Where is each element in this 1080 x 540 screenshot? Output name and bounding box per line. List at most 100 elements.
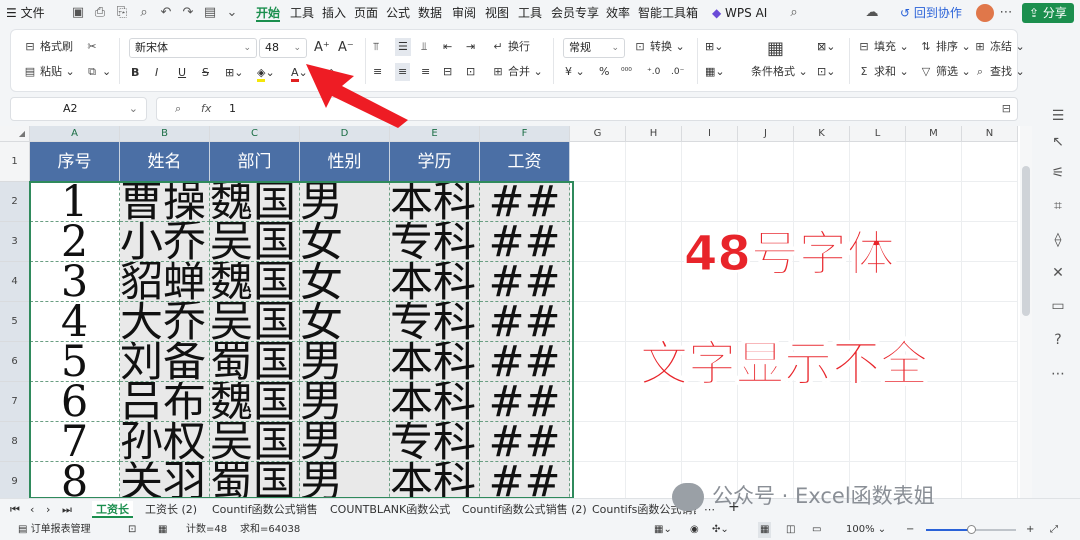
menu-file-button[interactable]: ☰ 文件	[6, 5, 45, 22]
empty-cell[interactable]	[850, 422, 906, 462]
column-header[interactable]: C	[210, 126, 300, 142]
conditional-format-button[interactable]: 条件格式 ⌄	[751, 63, 808, 81]
row-header[interactable]: 6	[0, 342, 30, 382]
tab-view[interactable]: 视图	[485, 5, 509, 22]
indent-increase-button[interactable]: ⇥	[466, 38, 475, 56]
strikethrough-button[interactable]: S	[202, 64, 209, 82]
table-cell[interactable]: 7	[30, 422, 120, 462]
print-preview-icon[interactable]: ⌕	[136, 5, 152, 21]
conditional-format-icon[interactable]: ▦	[767, 38, 784, 59]
table-cell[interactable]: 专科	[390, 222, 480, 262]
first-sheet-icon[interactable]: ⏮	[10, 501, 20, 518]
table-cell[interactable]: 本科	[390, 342, 480, 382]
empty-cell[interactable]	[962, 222, 1018, 262]
chevron-down-icon[interactable]: ⌄	[224, 5, 240, 21]
align-bottom-button[interactable]: ⫫	[421, 38, 427, 56]
calc-mode-icon[interactable]: ▦	[158, 522, 167, 538]
empty-cell[interactable]	[962, 302, 1018, 342]
empty-cell[interactable]	[570, 222, 626, 262]
header-cell[interactable]: 序号	[30, 142, 120, 182]
book-icon[interactable]: ▭	[1048, 296, 1068, 316]
page-layout-icon[interactable]: ◫	[786, 522, 795, 538]
spreadsheet-grid[interactable]: ◢ ABCDEFGHIJKLMN 123456789 序号 姓名 部门 性别 学历 工资 …	[0, 126, 1020, 498]
bold-button[interactable]: B	[131, 64, 139, 82]
table-cell[interactable]: ##	[480, 302, 570, 342]
zoom-slider-thumb[interactable]	[967, 525, 976, 534]
sheet-tab[interactable]: COUNTBLANK函数公式	[330, 501, 450, 518]
freeze-button[interactable]: ⊞ 冻结 ⌄	[973, 38, 1024, 56]
empty-cell[interactable]	[570, 422, 626, 462]
fill-button[interactable]: ⊟ 填充 ⌄	[857, 38, 908, 56]
table-cell[interactable]: ##	[480, 222, 570, 262]
distribute-button[interactable]: ⊟	[443, 63, 452, 81]
table-cell[interactable]: 3	[30, 262, 120, 302]
sum-button[interactable]: Σ 求和 ⌄	[857, 63, 909, 81]
column-header[interactable]: H	[626, 126, 682, 142]
row-header[interactable]: 9	[0, 462, 30, 498]
empty-cell[interactable]	[906, 222, 962, 262]
cut-button[interactable]: ✂	[85, 38, 102, 56]
sheet-tab[interactable]: Countif函数公式销售	[212, 501, 318, 518]
save-icon[interactable]: ▣	[70, 5, 86, 21]
empty-cell[interactable]	[906, 182, 962, 222]
row-header[interactable]: 5	[0, 302, 30, 342]
expand-formula-icon[interactable]: ⊟	[1002, 98, 1011, 120]
search-icon[interactable]: ⌕	[786, 5, 802, 21]
empty-cell[interactable]	[570, 142, 626, 182]
tab-efficiency[interactable]: 效率	[606, 5, 630, 22]
empty-cell[interactable]	[626, 422, 682, 462]
collab-button[interactable]: ↺ 回到协作	[900, 5, 962, 22]
table-cell[interactable]: ##	[480, 182, 570, 222]
justify-button[interactable]: ⊡	[466, 63, 475, 81]
table-cell[interactable]: 8	[30, 462, 120, 498]
table-cell[interactable]: 吕布	[120, 382, 210, 422]
zoom-slider[interactable]	[926, 525, 1016, 534]
table-cell[interactable]: 男	[300, 382, 390, 422]
empty-cell[interactable]	[682, 422, 738, 462]
table-cell[interactable]: 男	[300, 182, 390, 222]
header-cell[interactable]: 性别	[300, 142, 390, 182]
table-cell[interactable]: 小乔	[120, 222, 210, 262]
adjust-icon[interactable]: ⚟	[1048, 163, 1068, 183]
tab-home[interactable]: 开始	[256, 5, 281, 22]
table-cell[interactable]: 吴国	[210, 222, 300, 262]
empty-cell[interactable]	[570, 182, 626, 222]
table-cell[interactable]: ##	[480, 262, 570, 302]
paste-button[interactable]: ▤ 粘贴 ⌄	[23, 63, 75, 81]
filter-button[interactable]: ▽ 筛选 ⌄	[919, 63, 971, 81]
cloud-sync-icon[interactable]: ☁	[864, 5, 880, 21]
thousands-button[interactable]: ⁰⁰⁰	[621, 63, 632, 81]
table-cell[interactable]: 男	[300, 462, 390, 498]
table-cell[interactable]: 吴国	[210, 302, 300, 342]
column-header[interactable]: N	[962, 126, 1018, 142]
increase-decimal-button[interactable]: ⁺.0	[647, 63, 660, 81]
column-header[interactable]: K	[794, 126, 850, 142]
empty-cell[interactable]	[794, 142, 850, 182]
more-icon[interactable]: ⋯	[998, 5, 1014, 21]
fill-color-button[interactable]: ◈⌄	[257, 64, 275, 82]
fx-icon[interactable]: fx	[201, 98, 211, 120]
column-header[interactable]: J	[738, 126, 794, 142]
tools-icon[interactable]: ✕	[1048, 263, 1068, 283]
table-cell[interactable]: 女	[300, 262, 390, 302]
cell-border-button[interactable]: ⊡⌄	[817, 63, 835, 81]
wrap-text-button[interactable]: ↵ 换行	[491, 38, 530, 56]
column-header[interactable]: M	[906, 126, 962, 142]
table-cell[interactable]: 本科	[390, 462, 480, 498]
empty-cell[interactable]	[906, 142, 962, 182]
empty-cell[interactable]	[962, 422, 1018, 462]
prev-sheet-icon[interactable]: ‹	[30, 501, 34, 518]
decrease-decimal-button[interactable]: .0⁻	[671, 63, 684, 81]
percent-button[interactable]: %	[599, 63, 609, 81]
tab-insert[interactable]: 插入	[322, 5, 346, 22]
align-middle-button[interactable]: ☰	[395, 38, 411, 56]
tab-smart-toolbox[interactable]: 智能工具箱	[638, 5, 698, 22]
column-header[interactable]: B	[120, 126, 210, 142]
export-pdf-icon[interactable]: ⎙	[92, 5, 108, 21]
header-cell[interactable]: 工资	[480, 142, 570, 182]
align-right-button[interactable]: ≡	[421, 63, 430, 81]
empty-cell[interactable]	[794, 182, 850, 222]
page-break-icon[interactable]: ▭	[812, 522, 821, 538]
cell-style-button[interactable]: ⊞⌄	[705, 38, 723, 56]
empty-cell[interactable]	[570, 262, 626, 302]
